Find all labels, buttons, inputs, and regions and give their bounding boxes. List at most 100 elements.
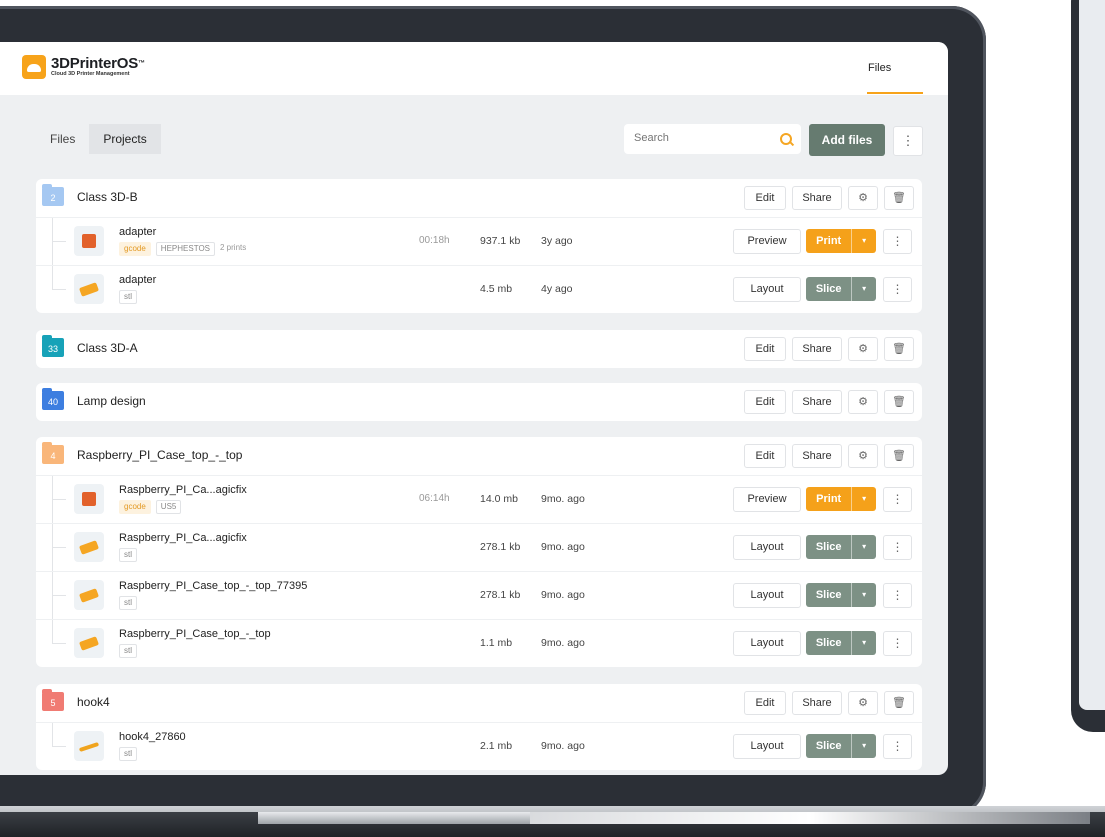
file-row: Raspberry_PI_Case_top_-_top stl 1.1 mb 9mo.… (36, 619, 922, 667)
settings-icon[interactable]: ⚙ (848, 444, 878, 468)
file-name[interactable]: Raspberry_PI_Ca...agicfix (119, 532, 247, 544)
file-size: 937.1 kb (480, 235, 521, 247)
file-name[interactable]: adapter (119, 274, 156, 286)
settings-icon[interactable]: ⚙ (848, 186, 878, 210)
row-options-button[interactable]: ⋮ (883, 583, 912, 608)
group-header[interactable]: 33 Class 3D-A Edit Share ⚙ 🗑 (36, 330, 922, 368)
layout-button[interactable]: Layout (733, 734, 801, 759)
add-files-button[interactable]: Add files (809, 124, 885, 156)
file-size: 14.0 mb (480, 493, 518, 505)
delete-icon[interactable]: 🗑 (884, 390, 914, 414)
edit-button[interactable]: Edit (744, 337, 786, 361)
chevron-down-icon[interactable]: ▾ (851, 535, 876, 559)
edit-button[interactable]: Edit (744, 444, 786, 468)
file-name[interactable]: hook4_27860 (119, 731, 186, 743)
delete-icon[interactable]: 🗑 (884, 691, 914, 715)
search-input[interactable] (632, 131, 776, 145)
model-preview-icon (79, 588, 99, 603)
preview-button[interactable]: Preview (733, 487, 801, 512)
layout-button[interactable]: Layout (733, 631, 801, 656)
slice-split-button: Slice ▾ (806, 535, 876, 559)
chevron-down-icon[interactable]: ▾ (851, 277, 876, 301)
edit-button[interactable]: Edit (744, 691, 786, 715)
group-name[interactable]: Class 3D-A (77, 341, 138, 355)
more-options-button[interactable]: ⋮ (893, 126, 923, 156)
chevron-down-icon[interactable]: ▾ (851, 229, 876, 253)
print-button[interactable]: Print (806, 487, 852, 511)
print-button[interactable]: Print (806, 229, 852, 253)
brand-logo[interactable]: 3DPrinterOS™ Cloud 3D Printer Management (22, 55, 145, 79)
file-name[interactable]: Raspberry_PI_Case_top_-_top (119, 628, 271, 640)
slice-button[interactable]: Slice (806, 631, 852, 655)
model-preview-icon (79, 540, 99, 555)
tab-files[interactable]: Files (36, 124, 89, 154)
file-thumbnail[interactable] (74, 628, 104, 658)
row-options-button[interactable]: ⋮ (883, 734, 912, 759)
file-row: Raspberry_PI_Case_top_-_top_77395stl 278.… (36, 571, 922, 619)
row-options-button[interactable]: ⋮ (883, 229, 912, 254)
group-name[interactable]: Lamp design (77, 394, 146, 408)
file-thumbnail[interactable] (74, 580, 104, 610)
laptop-hinge (258, 812, 530, 824)
file-tags: stl (119, 596, 137, 610)
folder-icon: 2 (42, 184, 64, 206)
file-thumbnail[interactable] (74, 484, 104, 514)
share-button[interactable]: Share (792, 390, 842, 414)
group-header[interactable]: 40 Lamp design Edit Share ⚙ 🗑 (36, 383, 922, 421)
chevron-down-icon[interactable]: ▾ (851, 631, 876, 655)
group-name[interactable]: Raspberry_PI_Case_top_-_top (77, 448, 242, 462)
file-age: 3y ago (541, 235, 573, 247)
delete-icon[interactable]: 🗑 (884, 337, 914, 361)
file-name[interactable]: Raspberry_PI_Ca...agicfix (119, 484, 247, 496)
file-name[interactable]: Raspberry_PI_Case_top_-_top_77395 (119, 580, 307, 592)
settings-icon[interactable]: ⚙ (848, 691, 878, 715)
slice-button[interactable]: Slice (806, 734, 852, 758)
top-navbar: 3DPrinterOS™ Cloud 3D Printer Management… (0, 42, 948, 95)
chevron-down-icon[interactable]: ▾ (851, 487, 876, 511)
file-tag: stl (119, 596, 137, 610)
row-options-button[interactable]: ⋮ (883, 535, 912, 560)
layout-button[interactable]: Layout (733, 583, 801, 608)
slice-button[interactable]: Slice (806, 277, 852, 301)
delete-icon[interactable]: 🗑 (884, 186, 914, 210)
group-name[interactable]: Class 3D-B (77, 190, 138, 204)
share-button[interactable]: Share (792, 691, 842, 715)
row-options-button[interactable]: ⋮ (883, 277, 912, 302)
delete-icon[interactable]: 🗑 (884, 444, 914, 468)
file-thumbnail[interactable] (74, 731, 104, 761)
layout-button[interactable]: Layout (733, 277, 801, 302)
group-header[interactable]: 5 hook4 Edit Share ⚙ 🗑 (36, 684, 922, 722)
tree-branch (52, 499, 66, 500)
chevron-down-icon[interactable]: ▾ (851, 583, 876, 607)
tab-projects[interactable]: Projects (89, 124, 161, 154)
settings-icon[interactable]: ⚙ (848, 390, 878, 414)
share-button[interactable]: Share (792, 444, 842, 468)
file-thumbnail[interactable] (74, 532, 104, 562)
group-header[interactable]: 2 Class 3D-B Edit Share ⚙ 🗑 (36, 179, 922, 217)
layout-button[interactable]: Layout (733, 535, 801, 560)
group-header[interactable]: 4 Raspberry_PI_Case_top_-_top Edit Share ⚙ 🗑 (36, 437, 922, 475)
edit-button[interactable]: Edit (744, 390, 786, 414)
nav-files[interactable]: Files (868, 62, 891, 74)
file-thumbnail[interactable] (74, 226, 104, 256)
file-row: hook4_27860 stl 2.1 mb 9mo. ago Layout Slice ▾… (36, 722, 922, 770)
file-size: 278.1 kb (480, 589, 521, 601)
file-row: Raspberry_PI_Ca...agicfix stl 278.1 kb 9mo.… (36, 523, 922, 571)
chevron-down-icon[interactable]: ▾ (851, 734, 876, 758)
row-options-button[interactable]: ⋮ (883, 631, 912, 656)
model-preview-icon (78, 742, 100, 752)
search-icon[interactable] (780, 133, 792, 145)
group-name[interactable]: hook4 (77, 695, 110, 709)
project-group: 4 Raspberry_PI_Case_top_-_top Edit Share ⚙ 🗑 R… (36, 437, 922, 667)
slice-button[interactable]: Slice (806, 583, 852, 607)
file-thumbnail[interactable] (74, 274, 104, 304)
row-options-button[interactable]: ⋮ (883, 487, 912, 512)
share-button[interactable]: Share (792, 186, 842, 210)
edit-button[interactable]: Edit (744, 186, 786, 210)
preview-button[interactable]: Preview (733, 229, 801, 254)
file-name[interactable]: adapter (119, 226, 156, 238)
settings-icon[interactable]: ⚙ (848, 337, 878, 361)
slice-button[interactable]: Slice (806, 535, 852, 559)
model-preview-icon (79, 636, 99, 651)
share-button[interactable]: Share (792, 337, 842, 361)
